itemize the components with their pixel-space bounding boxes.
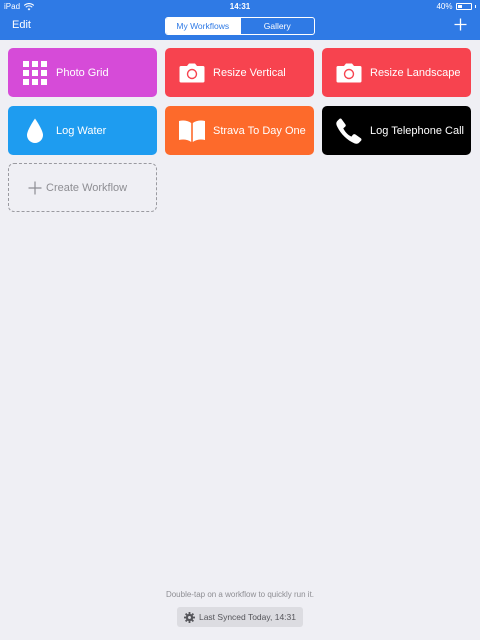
camera-icon [335, 59, 363, 87]
status-bar: iPad 14:31 40% [0, 0, 480, 13]
battery-percent: 40% [436, 2, 453, 11]
gear-icon [183, 611, 195, 623]
tab-my-workflows[interactable]: My Workflows [166, 18, 240, 34]
workflow-label: Strava To Day One [213, 124, 306, 137]
workflow-label: Resize Landscape [370, 66, 461, 79]
nav-bar: Edit My Workflows Gallery [0, 13, 480, 40]
tab-gallery[interactable]: Gallery [239, 18, 315, 34]
battery-fill [457, 5, 463, 8]
edit-button[interactable]: Edit [12, 19, 31, 31]
workflow-label: Log Telephone Call [370, 124, 464, 137]
workflow-tile-photo-grid[interactable]: Photo Grid [8, 48, 157, 97]
header: iPad 14:31 40% Edit My Workflows Gallery [0, 0, 480, 40]
workflow-label: Resize Vertical [213, 66, 286, 79]
workflow-tile-resize-landscape[interactable]: Resize Landscape [322, 48, 471, 97]
phone-icon [335, 117, 363, 145]
create-workflow-label: Create Workflow [46, 181, 128, 194]
status-time: 14:31 [229, 2, 251, 11]
sync-label: Last Synced Today, 14:31 [198, 612, 297, 622]
water-drop-icon [21, 117, 49, 145]
workflow-tile-strava-to-day-one[interactable]: Strava To Day One [165, 106, 314, 155]
workflow-label: Log Water [56, 124, 107, 137]
add-workflow-button[interactable] [454, 15, 468, 35]
workflow-tile-log-telephone-call[interactable]: Log Telephone Call [322, 106, 471, 155]
workflow-tile-resize-vertical[interactable]: Resize Vertical [165, 48, 314, 97]
workflow-tile-log-water[interactable]: Log Water [8, 106, 157, 155]
camera-icon [178, 59, 206, 87]
segmented-control: My Workflows Gallery [165, 17, 315, 35]
book-icon [178, 117, 206, 145]
battery-tip [474, 5, 476, 8]
sync-status-button[interactable]: Last Synced Today, 14:31 [177, 607, 303, 627]
battery-icon [455, 3, 472, 10]
workflow-label: Photo Grid [56, 66, 109, 79]
plus-icon [28, 181, 42, 194]
create-workflow-button[interactable]: Create Workflow [8, 163, 157, 212]
grid-icon [21, 59, 49, 87]
status-right: 40% [436, 2, 476, 11]
footer-hint: Double-tap on a workflow to quickly run … [165, 590, 315, 599]
plus-icon [454, 18, 467, 31]
